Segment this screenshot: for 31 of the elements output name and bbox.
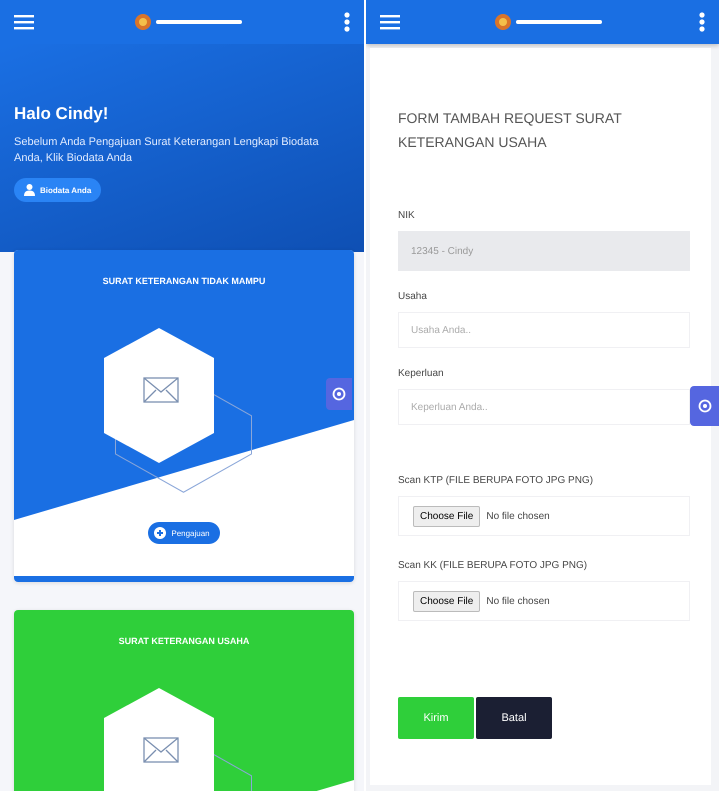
biodata-button[interactable]: Biodata Anda [14,178,102,202]
greeting: Halo Cindy! [14,104,110,124]
hero-message: Sebelum Anda Pengajuan Surat Keterangan Lengkapi Biodata Anda, Klik Biodata Anda [14,135,320,166]
input-field[interactable]: Keperluan Anda.. [398,389,690,425]
form-title: FORM TAMBAH REQUEST SURAT KETERANGAN USAHA [398,109,622,152]
settings-button[interactable] [326,378,352,410]
field-label: Scan KK (FILE BERUPA FOTO JPG PNG) [398,560,588,571]
menu-icon[interactable] [380,14,400,30]
file-field[interactable]: Choose File No file chosen [398,581,690,621]
file-status: No file chosen [486,596,550,606]
more-icon[interactable] [698,12,705,32]
cancel-button[interactable]: Batal [476,697,552,739]
file-status: No file chosen [486,510,550,522]
more-icon[interactable] [344,12,350,32]
choose-file-button[interactable]: Choose File [412,590,480,612]
field-label: NIK [398,210,416,221]
input-field[interactable]: Usaha Anda.. [398,312,690,348]
menu-icon[interactable] [14,14,34,30]
field-label: Keperluan [398,368,445,379]
choose-file-button[interactable]: Choose File [412,506,480,526]
field-label: Scan KTP (FILE BERUPA FOTO JPG PNG) [398,475,594,486]
user-icon [24,184,35,196]
file-field[interactable]: Choose File No file chosen [398,496,690,536]
settings-button[interactable] [690,386,719,426]
plus-icon [154,527,166,539]
card-title: SURAT KETERANGAN USAHA [118,636,250,646]
submit-request-button[interactable]: Pengajuan [148,522,220,544]
settings-icon [698,399,712,413]
field-label: Usaha [398,291,428,302]
settings-icon [332,387,346,401]
card-title: SURAT KETERANGAN TIDAK MAMPU [102,276,266,286]
